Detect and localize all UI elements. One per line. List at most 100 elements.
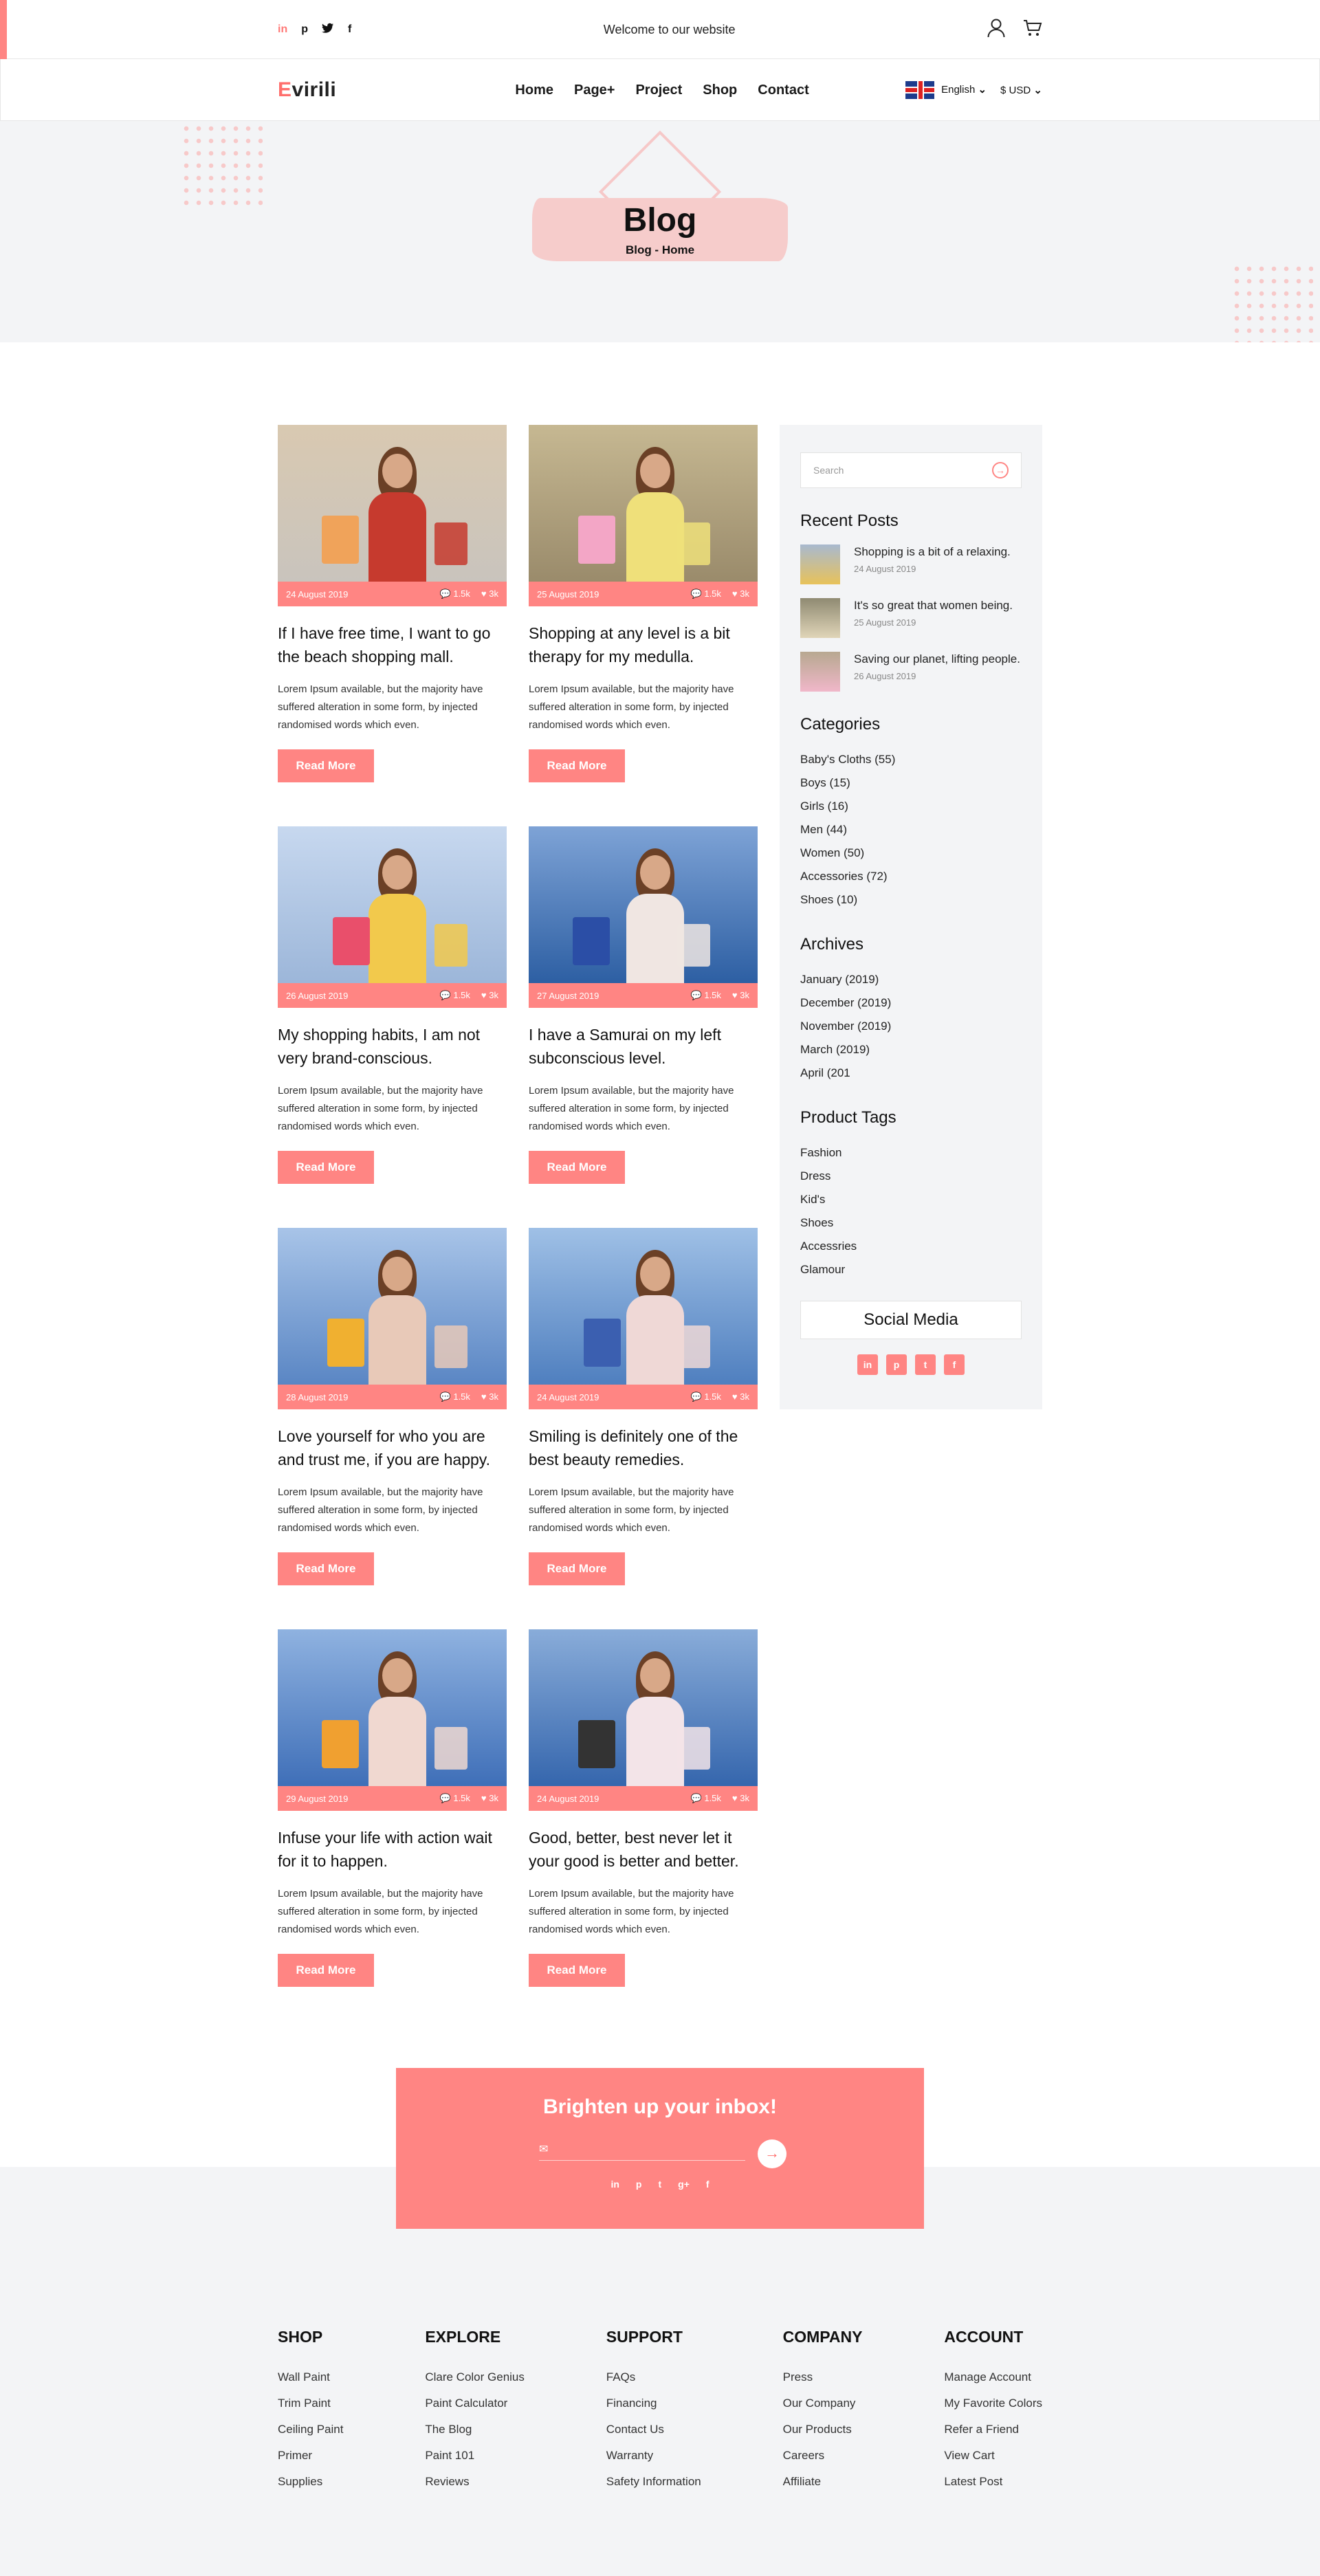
facebook-icon[interactable]: f [348,23,351,36]
post-photo[interactable] [529,425,758,582]
breadcrumb[interactable]: Blog - Home [0,243,1320,257]
search-input[interactable]: Search [813,465,844,476]
tag-link[interactable]: Dress [800,1165,1022,1188]
footer-link[interactable]: Financing [606,2390,701,2417]
nav-project[interactable]: Project [635,82,682,98]
footer-link[interactable]: Safety Information [606,2469,701,2495]
post-image-block[interactable]: 24 August 2019 💬 1.5k ♥ 3k [529,1629,758,1811]
read-more-button[interactable]: Read More [529,749,625,782]
recent-post-title[interactable]: It's so great that women being. [854,598,1013,613]
footer-link[interactable]: FAQs [606,2364,701,2390]
footer-link[interactable]: Contact Us [606,2417,701,2443]
post-image-block[interactable]: 25 August 2019 💬 1.5k ♥ 3k [529,425,758,606]
read-more-button[interactable]: Read More [529,1954,625,1987]
site-logo[interactable]: Evirili [278,78,336,102]
archive-link[interactable]: December (2019) [800,991,1022,1015]
archive-link[interactable]: January (2019) [800,968,1022,991]
newsletter-submit-button[interactable]: → [758,2139,786,2168]
pinterest-icon[interactable]: p [301,23,308,36]
tag-link[interactable]: Glamour [800,1258,1022,1281]
footer-link[interactable]: Our Products [783,2417,863,2443]
post-title[interactable]: If I have free time, I want to go the be… [278,621,507,668]
post-image-block[interactable]: 26 August 2019 💬 1.5k ♥ 3k [278,826,507,1008]
nav-page[interactable]: Page+ [574,82,615,98]
post-image-block[interactable]: 29 August 2019 💬 1.5k ♥ 3k [278,1629,507,1811]
footer-link[interactable]: Paint 101 [425,2443,525,2469]
archive-link[interactable]: November (2019) [800,1015,1022,1038]
category-link[interactable]: Baby's Cloths (55) [800,748,1022,771]
linkedin-icon[interactable]: in [610,2179,619,2190]
post-title[interactable]: Love yourself for who you are and trust … [278,1424,507,1471]
footer-link[interactable]: Careers [783,2443,863,2469]
facebook-icon[interactable]: f [706,2179,710,2190]
recent-post-thumbnail[interactable] [800,598,840,638]
footer-link[interactable]: Primer [278,2443,343,2469]
recent-post-item[interactable]: Shopping is a bit of a relaxing. 24 Augu… [800,544,1022,584]
category-link[interactable]: Women (50) [800,841,1022,865]
read-more-button[interactable]: Read More [278,749,374,782]
newsletter-email-input[interactable]: ✉ [539,2142,745,2161]
recent-post-title[interactable]: Saving our planet, lifting people. [854,652,1020,667]
post-image-block[interactable]: 24 August 2019 💬 1.5k ♥ 3k [278,425,507,606]
post-photo[interactable] [529,1228,758,1385]
recent-post-item[interactable]: It's so great that women being. 25 Augus… [800,598,1022,638]
read-more-button[interactable]: Read More [529,1151,625,1184]
twitter-icon[interactable]: t [658,2179,661,2190]
footer-link[interactable]: Our Company [783,2390,863,2417]
cart-icon[interactable] [1023,19,1042,41]
footer-link[interactable]: View Cart [944,2443,1042,2469]
footer-link[interactable]: Press [783,2364,863,2390]
post-image-block[interactable]: 24 August 2019 💬 1.5k ♥ 3k [529,1228,758,1409]
post-title[interactable]: Smiling is definitely one of the best be… [529,1424,758,1471]
tag-link[interactable]: Accessries [800,1235,1022,1258]
user-icon[interactable] [987,19,1005,41]
linkedin-icon[interactable]: in [278,23,287,36]
tag-link[interactable]: Shoes [800,1211,1022,1235]
post-image-block[interactable]: 28 August 2019 💬 1.5k ♥ 3k [278,1228,507,1409]
nav-shop[interactable]: Shop [703,82,737,98]
language-selector[interactable]: English ⌄ [905,81,987,99]
read-more-button[interactable]: Read More [278,1151,374,1184]
post-photo[interactable] [278,826,507,983]
pinterest-icon[interactable]: p [636,2179,642,2190]
category-link[interactable]: Girls (16) [800,795,1022,818]
footer-link[interactable]: Warranty [606,2443,701,2469]
archive-link[interactable]: March (2019) [800,1038,1022,1061]
nav-contact[interactable]: Contact [758,82,808,98]
footer-link[interactable]: Ceiling Paint [278,2417,343,2443]
recent-post-thumbnail[interactable] [800,544,840,584]
read-more-button[interactable]: Read More [278,1954,374,1987]
post-photo[interactable] [529,1629,758,1786]
archive-link[interactable]: April (201 [800,1061,1022,1085]
footer-link[interactable]: Supplies [278,2469,343,2495]
post-title[interactable]: Infuse your life with action wait for it… [278,1826,507,1873]
category-link[interactable]: Accessories (72) [800,865,1022,888]
currency-selector[interactable]: $ USD ⌄ [1000,84,1042,96]
read-more-button[interactable]: Read More [529,1552,625,1585]
nav-home[interactable]: Home [515,82,553,98]
post-title[interactable]: I have a Samurai on my left subconscious… [529,1023,758,1070]
footer-link[interactable]: Reviews [425,2469,525,2495]
category-link[interactable]: Shoes (10) [800,888,1022,912]
footer-link[interactable]: Latest Post [944,2469,1042,2495]
linkedin-icon[interactable]: in [857,1354,878,1375]
tag-link[interactable]: Kid's [800,1188,1022,1211]
post-title[interactable]: My shopping habits, I am not very brand-… [278,1023,507,1070]
post-photo[interactable] [278,1228,507,1385]
pinterest-icon[interactable]: p [886,1354,907,1375]
read-more-button[interactable]: Read More [278,1552,374,1585]
post-image-block[interactable]: 27 August 2019 💬 1.5k ♥ 3k [529,826,758,1008]
post-title[interactable]: Good, better, best never let it your goo… [529,1826,758,1873]
footer-link[interactable]: Paint Calculator [425,2390,525,2417]
footer-link[interactable]: Clare Color Genius [425,2364,525,2390]
footer-link[interactable]: Manage Account [944,2364,1042,2390]
category-link[interactable]: Boys (15) [800,771,1022,795]
search-box[interactable]: Search → [800,452,1022,488]
category-link[interactable]: Men (44) [800,818,1022,841]
footer-link[interactable]: Wall Paint [278,2364,343,2390]
post-photo[interactable] [529,826,758,983]
facebook-icon[interactable]: f [944,1354,965,1375]
footer-link[interactable]: Refer a Friend [944,2417,1042,2443]
recent-post-item[interactable]: Saving our planet, lifting people. 26 Au… [800,652,1022,692]
twitter-icon[interactable]: t [915,1354,936,1375]
